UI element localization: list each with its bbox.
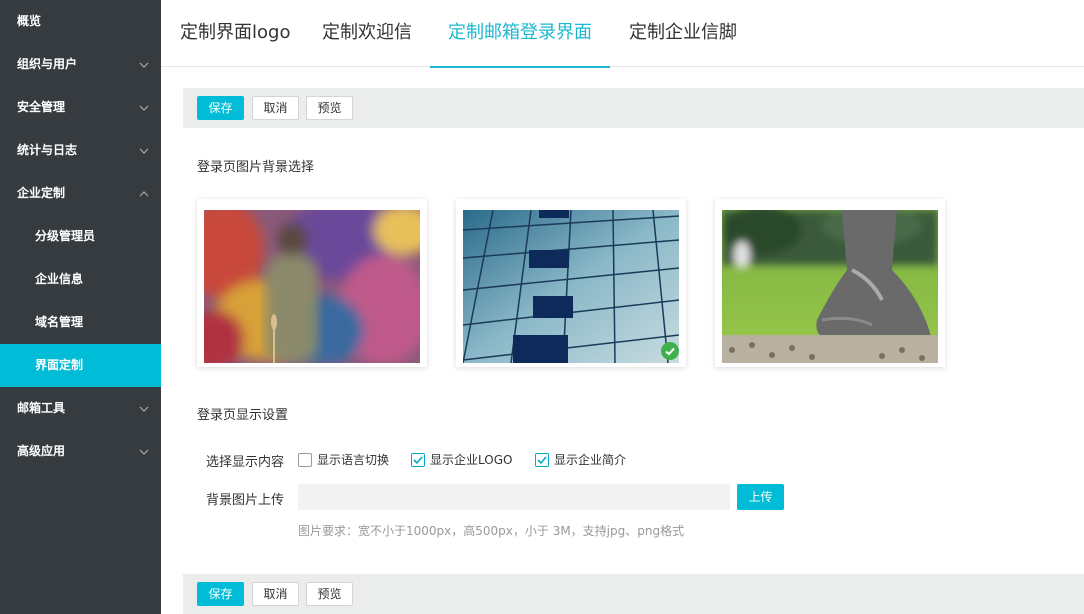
selected-check-icon — [661, 342, 679, 360]
checkbox-box[interactable] — [411, 453, 425, 467]
stone-foot-image — [722, 210, 938, 363]
chevron-down-icon — [139, 430, 151, 473]
tab-footer[interactable]: 定制企业信脚 — [628, 0, 738, 67]
sidebar-item-label: 高级应用 — [17, 444, 66, 458]
tab-bar: 定制界面logo 定制欢迎信 定制邮箱登录界面 定制企业信脚 — [161, 0, 1084, 68]
cancel-button[interactable]: 取消 — [252, 96, 299, 120]
sidebar-item-org-users[interactable]: 组织与用户 — [0, 43, 161, 86]
sidebar: 概览 组织与用户 安全管理 统计与日志 企业定制 分级管理员 企业信息 域名管理… — [0, 0, 161, 614]
upload-hint: 图片要求：宽不小于1000px，高500px，小于 3M，支持jpg、png格式 — [298, 524, 685, 538]
sidebar-item-label: 组织与用户 — [17, 57, 78, 71]
sidebar-item-label: 邮箱工具 — [17, 401, 66, 415]
glass-building-image — [463, 210, 679, 363]
sidebar-item-label: 界面定制 — [35, 358, 84, 372]
upload-label: 背景图片上传 — [205, 493, 284, 508]
sidebar-item-advanced[interactable]: 高级应用 — [0, 430, 161, 473]
background-option-glass-building[interactable] — [456, 199, 686, 367]
chevron-down-icon — [139, 86, 151, 129]
tab-welcome-letter[interactable]: 定制欢迎信 — [322, 0, 412, 67]
app-root: 概览 组织与用户 安全管理 统计与日志 企业定制 分级管理员 企业信息 域名管理… — [0, 0, 1084, 614]
sidebar-item-overview[interactable]: 概览 — [0, 0, 161, 43]
sidebar-item-label: 统计与日志 — [17, 143, 78, 157]
background-option-stone-foot[interactable] — [715, 199, 945, 367]
sidebar-item-stats-logs[interactable]: 统计与日志 — [0, 129, 161, 172]
checkbox-label: 显示语言切换 — [317, 453, 390, 467]
chevron-up-icon — [139, 172, 151, 215]
background-section-title: 登录页图片背景选择 — [197, 160, 315, 175]
sidebar-item-sub-admins[interactable]: 分级管理员 — [0, 215, 161, 258]
sidebar-item-ui-custom[interactable]: 界面定制 — [0, 344, 161, 387]
sidebar-item-security[interactable]: 安全管理 — [0, 86, 161, 129]
sidebar-item-label: 企业信息 — [35, 272, 84, 286]
sidebar-item-label: 分级管理员 — [35, 229, 96, 243]
save-button[interactable]: 保存 — [197, 582, 244, 606]
graffiti-image — [204, 210, 420, 363]
sidebar-item-enterprise-custom[interactable]: 企业定制 — [0, 172, 161, 215]
toolbar-bottom: 保存 取消 预览 — [183, 574, 1084, 614]
sidebar-item-enterprise-info[interactable]: 企业信息 — [0, 258, 161, 301]
display-section-title: 登录页显示设置 — [197, 408, 289, 423]
sidebar-item-domain[interactable]: 域名管理 — [0, 301, 161, 344]
sidebar-item-label: 安全管理 — [17, 100, 66, 114]
sidebar-item-label: 企业定制 — [17, 186, 66, 200]
checkmark-icon — [413, 456, 423, 465]
checkbox-label: 显示企业LOGO — [430, 453, 513, 467]
checkmark-icon — [537, 456, 547, 465]
preview-button[interactable]: 预览 — [306, 582, 353, 606]
background-option-graffiti[interactable] — [197, 199, 427, 367]
chevron-down-icon — [139, 43, 151, 86]
save-button[interactable]: 保存 — [197, 96, 244, 120]
checkbox-box[interactable] — [298, 453, 312, 467]
sidebar-item-label: 概览 — [17, 14, 42, 28]
toolbar-top: 保存 取消 预览 — [183, 88, 1084, 128]
upload-button[interactable]: 上传 — [737, 484, 784, 510]
sidebar-item-label: 域名管理 — [35, 315, 84, 329]
preview-button[interactable]: 预览 — [306, 96, 353, 120]
chevron-down-icon — [139, 129, 151, 172]
sidebar-item-mail-tools[interactable]: 邮箱工具 — [0, 387, 161, 430]
upload-path-field[interactable] — [298, 484, 730, 510]
checkbox-box[interactable] — [535, 453, 549, 467]
chevron-down-icon — [139, 387, 151, 430]
tab-custom-logo[interactable]: 定制界面logo — [180, 0, 290, 67]
tab-login-page[interactable]: 定制邮箱登录界面 — [430, 0, 610, 68]
content-select-label: 选择显示内容 — [205, 455, 284, 470]
checkbox-label: 显示企业简介 — [554, 453, 627, 467]
cancel-button[interactable]: 取消 — [252, 582, 299, 606]
